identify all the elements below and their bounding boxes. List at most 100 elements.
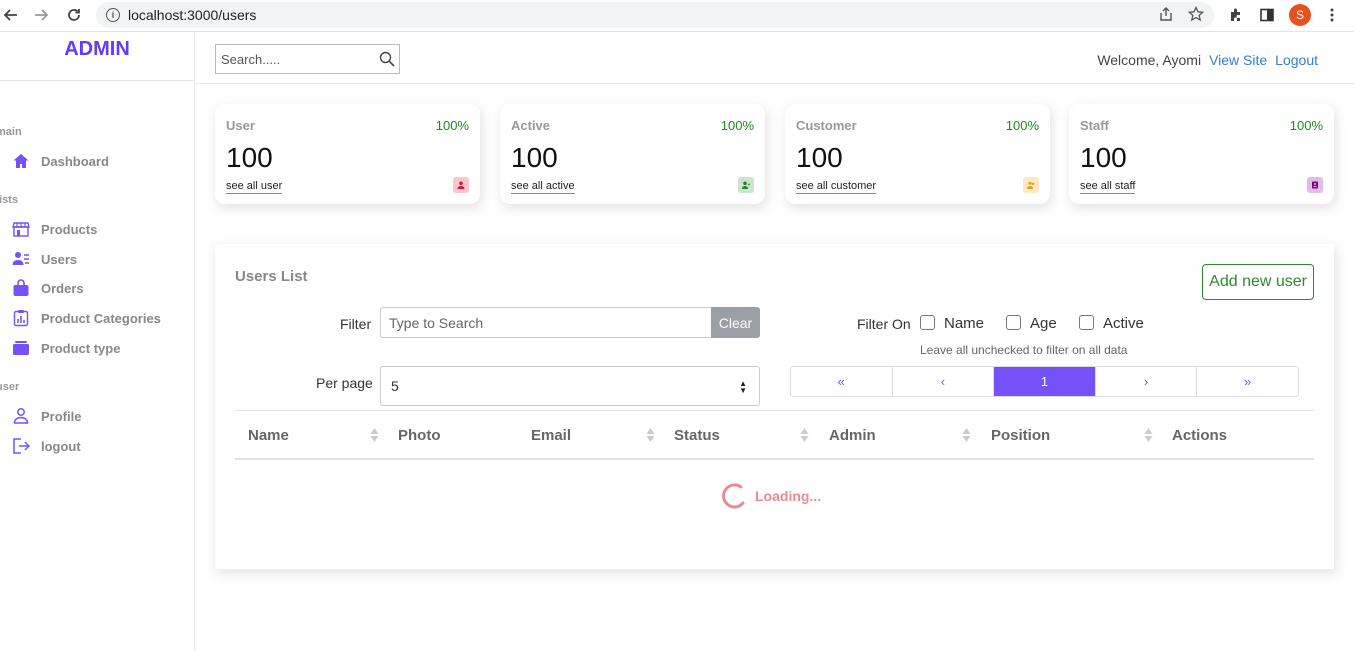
sidebar-item-label: Orders bbox=[41, 280, 84, 296]
sidebar-item-product-categories[interactable]: Product Categories bbox=[12, 307, 161, 329]
see-all-active-link[interactable]: see all active bbox=[511, 180, 575, 194]
widget-customer: Customer 100% 100 see all customer bbox=[785, 104, 1050, 204]
section-title-lists: lists bbox=[0, 194, 19, 206]
sidebar-item-products[interactable]: Products bbox=[12, 218, 97, 240]
widget-title: User bbox=[226, 118, 255, 133]
sort-icon[interactable] bbox=[800, 427, 809, 443]
search-icon[interactable] bbox=[379, 51, 395, 67]
spinner-icon bbox=[719, 481, 749, 511]
column-header-actions: Actions bbox=[1172, 427, 1228, 444]
home-icon bbox=[12, 152, 30, 170]
filter-active-label[interactable]: Active bbox=[1103, 315, 1144, 332]
first-page-button[interactable]: « bbox=[791, 367, 893, 396]
widget-percent: 100% bbox=[435, 118, 469, 133]
sort-icon[interactable] bbox=[1144, 427, 1153, 443]
widget-percent: 100% bbox=[1005, 118, 1039, 133]
column-header-name[interactable]: Name bbox=[248, 427, 289, 444]
sidebar-item-product-type[interactable]: Product type bbox=[12, 337, 120, 359]
last-page-button[interactable]: » bbox=[1197, 367, 1298, 396]
see-all-user-link[interactable]: see all user bbox=[226, 180, 283, 194]
sidebar-item-orders[interactable]: Orders bbox=[12, 277, 84, 299]
sort-icon[interactable] bbox=[646, 427, 655, 443]
pagination: « ‹ 1 › » bbox=[790, 366, 1299, 397]
filter-label: Filter bbox=[340, 316, 372, 332]
filter-name-checkbox[interactable] bbox=[920, 315, 935, 330]
widget-title: Staff bbox=[1080, 118, 1109, 133]
widget-percent: 100% bbox=[1289, 118, 1323, 133]
sidebar-item-label: Product type bbox=[41, 340, 121, 356]
search-box bbox=[215, 44, 400, 74]
per-page-select[interactable]: 5 ▲ ▼ bbox=[380, 366, 760, 406]
sort-icon[interactable] bbox=[370, 427, 379, 443]
extensions-icon[interactable] bbox=[1226, 5, 1246, 25]
widget-user: User 100% 100 see all user bbox=[215, 104, 480, 204]
share-icon[interactable] bbox=[1158, 6, 1174, 27]
people-icon bbox=[1023, 177, 1039, 193]
admin-logo[interactable]: ADMIN bbox=[64, 38, 130, 61]
widget-title: Customer bbox=[796, 118, 857, 133]
clear-button[interactable]: Clear bbox=[711, 307, 760, 338]
top-navbar: Welcome, Ayomi View Site Logout bbox=[196, 33, 1354, 84]
filter-age-label[interactable]: Age bbox=[1030, 315, 1057, 332]
sidebar-item-label: logout bbox=[41, 438, 81, 454]
bag-icon bbox=[12, 279, 30, 297]
filter-name-label[interactable]: Name bbox=[944, 315, 984, 332]
see-all-staff-link[interactable]: see all staff bbox=[1080, 180, 1136, 194]
url-text: localhost:3000/users bbox=[128, 7, 257, 23]
profile-avatar[interactable]: S bbox=[1289, 4, 1311, 26]
bookmark-star-icon[interactable] bbox=[1187, 5, 1205, 27]
menu-kebab-icon[interactable] bbox=[1322, 5, 1342, 25]
sidebar-item-users[interactable]: Users bbox=[12, 248, 77, 270]
browser-toolbar: i localhost:3000/users S bbox=[0, 0, 1354, 32]
sidebar-item-label: Products bbox=[41, 221, 98, 237]
side-panel-icon[interactable] bbox=[1257, 5, 1277, 25]
view-site-link[interactable]: View Site bbox=[1209, 52, 1267, 68]
filter-active-checkbox[interactable] bbox=[1079, 315, 1094, 330]
widget-percent: 100% bbox=[720, 118, 754, 133]
column-header-email[interactable]: Email bbox=[531, 427, 571, 444]
column-header-photo: Photo bbox=[398, 427, 441, 444]
users-list-title: Users List bbox=[235, 268, 308, 285]
back-icon[interactable] bbox=[0, 4, 22, 26]
filter-hint: Leave all unchecked to filter on all dat… bbox=[920, 343, 1128, 357]
loading-indicator: Loading... bbox=[719, 481, 821, 511]
filter-on-label: Filter On bbox=[857, 316, 911, 332]
widget-value: 100 bbox=[796, 142, 843, 173]
sidebar-item-label: Dashboard bbox=[41, 153, 109, 169]
column-header-admin[interactable]: Admin bbox=[829, 427, 876, 444]
address-bar[interactable]: i localhost:3000/users bbox=[96, 2, 1214, 28]
prev-page-button[interactable]: ‹ bbox=[893, 367, 995, 396]
table-header: Name Photo Email Status Admin Position A… bbox=[235, 411, 1314, 460]
logout-link[interactable]: Logout bbox=[1275, 52, 1318, 68]
users-list-card: Users List Add new user Filter Type to S… bbox=[215, 244, 1334, 569]
sidebar-item-label: Users bbox=[41, 251, 78, 267]
site-info-icon[interactable]: i bbox=[106, 8, 120, 22]
add-new-user-button[interactable]: Add new user bbox=[1202, 264, 1314, 300]
widget-staff: Staff 100% 100 see all staff bbox=[1069, 104, 1334, 204]
box-icon bbox=[12, 339, 30, 357]
filter-age-checkbox[interactable] bbox=[1006, 315, 1021, 330]
widget-value: 100 bbox=[226, 142, 273, 173]
welcome-text: Welcome, Ayomi bbox=[1097, 52, 1202, 68]
column-header-status[interactable]: Status bbox=[674, 427, 720, 444]
sidebar-item-label: Product Categories bbox=[41, 310, 161, 326]
column-header-position[interactable]: Position bbox=[991, 427, 1050, 444]
sidebar-item-label: Profile bbox=[41, 408, 82, 424]
widget-title: Active bbox=[511, 118, 551, 133]
forward-icon[interactable] bbox=[30, 4, 52, 26]
search-input[interactable] bbox=[221, 51, 376, 67]
reload-icon[interactable] bbox=[63, 4, 85, 26]
sidebar-item-dashboard[interactable]: Dashboard bbox=[12, 150, 109, 172]
users-list-icon bbox=[12, 250, 30, 268]
filter-input[interactable]: Type to Search bbox=[380, 307, 711, 338]
widget-value: 100 bbox=[511, 142, 558, 173]
per-page-value: 5 bbox=[391, 378, 399, 394]
page-1-button[interactable]: 1 bbox=[994, 367, 1096, 396]
sidebar-item-profile[interactable]: Profile bbox=[12, 405, 81, 427]
see-all-customer-link[interactable]: see all customer bbox=[796, 180, 877, 194]
person-check-icon bbox=[738, 177, 754, 193]
person-icon bbox=[453, 177, 469, 193]
sidebar-item-logout[interactable]: logout bbox=[12, 435, 81, 457]
sort-icon[interactable] bbox=[962, 427, 971, 443]
next-page-button[interactable]: › bbox=[1096, 367, 1198, 396]
